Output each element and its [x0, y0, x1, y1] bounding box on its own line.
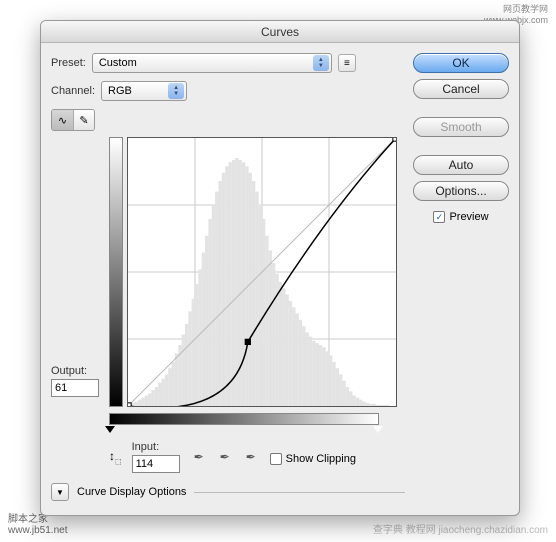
preset-select[interactable]: Custom ▲▼ [92, 53, 332, 73]
curve-icon: ∿ [58, 114, 67, 127]
curve-pencil-tool[interactable]: ✎ [73, 110, 94, 130]
divider [194, 492, 405, 493]
eyedropper-icon: ✒ [246, 450, 256, 464]
input-field[interactable] [132, 455, 180, 473]
menu-icon: ≡ [344, 58, 350, 69]
output-gradient [109, 137, 123, 407]
disclosure-label: Curve Display Options [77, 486, 186, 498]
target-adjust-tool[interactable]: ↕⬚ [109, 449, 122, 465]
chevron-updown-icon: ▲▼ [168, 83, 184, 99]
show-clipping-checkbox[interactable]: Show Clipping [270, 453, 356, 465]
preset-menu-button[interactable]: ≡ [338, 54, 356, 72]
input-label: Input: [132, 441, 180, 453]
ok-button[interactable]: OK [413, 53, 509, 73]
output-label: Output: [51, 365, 87, 377]
white-point-slider[interactable] [373, 426, 383, 433]
curve-graph[interactable] [127, 137, 397, 407]
checkbox-icon: ✓ [433, 211, 445, 223]
eyedropper-icon: ✒ [194, 450, 204, 464]
curve-point-tool[interactable]: ∿ [52, 110, 73, 130]
channel-label: Channel: [51, 85, 95, 97]
auto-button[interactable]: Auto [413, 155, 509, 175]
black-point-slider[interactable] [105, 426, 115, 433]
curve-display-disclosure[interactable]: ▼ [51, 483, 69, 501]
gray-eyedropper[interactable]: ✒ [216, 448, 234, 466]
pencil-icon: ✎ [79, 114, 88, 127]
curves-dialog: Curves Preset: Custom ▲▼ ≡ Channel: RGB … [40, 20, 520, 516]
output-field[interactable] [51, 379, 99, 397]
preview-checkbox[interactable]: ✓ Preview [413, 211, 509, 223]
preset-label: Preset: [51, 57, 86, 69]
eyedropper-icon: ✒ [220, 450, 230, 464]
watermark-bottom-right: 查字典 教程网 jiaocheng.chazidian.com [373, 521, 548, 536]
chevron-updown-icon: ▲▼ [313, 55, 329, 71]
options-button[interactable]: Options... [413, 181, 509, 201]
triangle-down-icon: ▼ [56, 488, 64, 497]
input-gradient[interactable] [109, 413, 379, 425]
curve-tool-toggle: ∿ ✎ [51, 109, 95, 131]
white-eyedropper[interactable]: ✒ [242, 448, 260, 466]
black-eyedropper[interactable]: ✒ [190, 448, 208, 466]
channel-select[interactable]: RGB ▲▼ [101, 81, 187, 101]
dialog-title: Curves [41, 21, 519, 43]
smooth-button[interactable]: Smooth [413, 117, 509, 137]
checkbox-icon [270, 453, 282, 465]
cancel-button[interactable]: Cancel [413, 79, 509, 99]
